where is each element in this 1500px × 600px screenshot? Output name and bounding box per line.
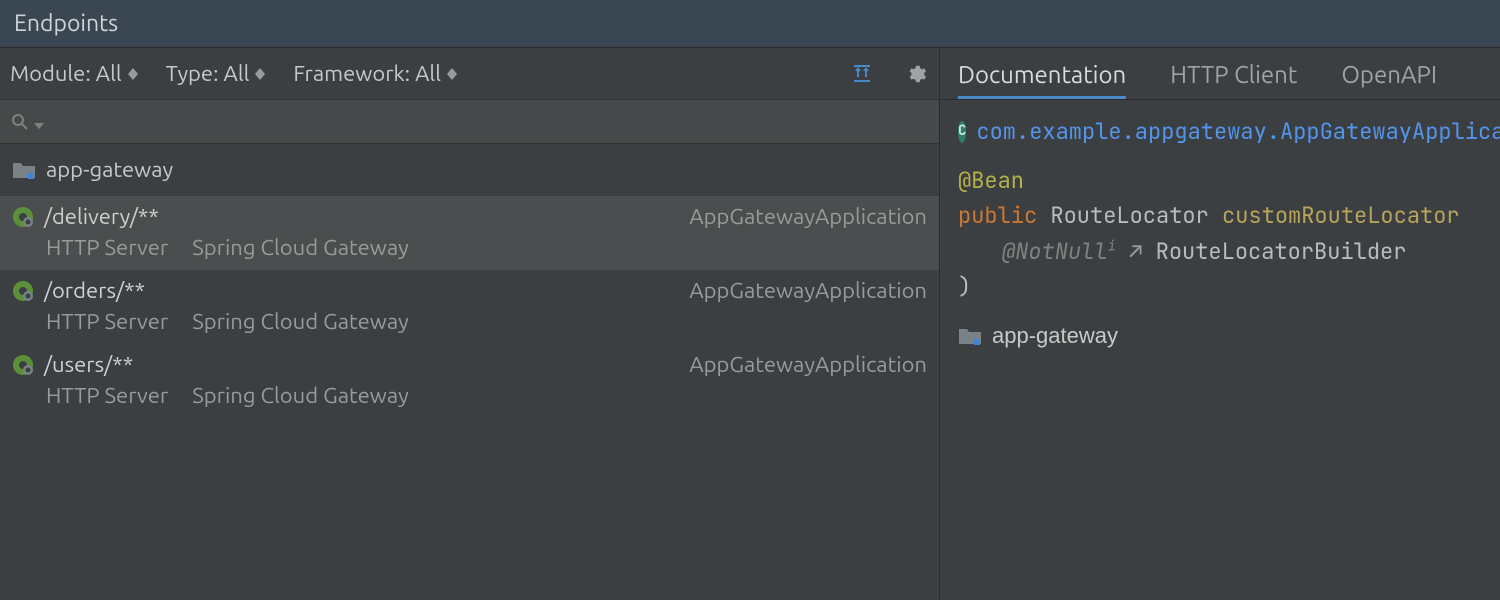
spring-bean-icon [12,280,34,302]
module-filter-label: Module: All [10,61,122,86]
chevron-updown-icon [128,68,138,80]
endpoint-app: AppGatewayApplication [689,204,927,229]
chevron-updown-icon [255,68,265,80]
spring-bean-icon [12,206,34,228]
documentation-panel: C com.example.appgateway.AppGatewayAppli… [940,100,1500,367]
endpoint-row[interactable]: /orders/** AppGatewayApplication HTTP Serv… [0,270,939,344]
spring-bean-icon [12,354,34,376]
type-filter-label: Type: All [166,61,250,86]
endpoint-row[interactable]: /users/** AppGatewayApplication HTTP Serve… [0,344,939,418]
method-name: customRouteLocator [1222,201,1460,230]
inferred-marker: i [1108,237,1116,255]
param-type: RouteLocatorBuilder [1156,237,1407,266]
search-row [0,100,939,144]
search-icon [10,112,30,132]
endpoint-framework: Spring Cloud Gateway [192,235,409,260]
endpoint-row[interactable]: /delivery/** AppGatewayApplication HTTP Se… [0,196,939,270]
fqn-text[interactable]: com.example.appgateway.AppGatewayApplica… [976,114,1500,149]
fqn-row: C com.example.appgateway.AppGatewayAppli… [958,114,1482,149]
endpoint-kind: HTTP Server [46,235,168,260]
endpoint-framework: Spring Cloud Gateway [192,383,409,408]
chevron-updown-icon [447,68,457,80]
doc-module-name: app-gateway [992,318,1118,353]
left-pane: Module: All Type: All Framework: All [0,48,940,600]
titlebar: Endpoints [0,0,1500,48]
class-badge-icon: C [958,121,966,143]
tab-openapi[interactable]: OpenAPI [1341,61,1437,99]
endpoint-app: AppGatewayApplication [689,278,927,303]
endpoint-kind: HTTP Server [46,383,168,408]
framework-filter[interactable]: Framework: All [293,61,457,86]
code-line: @Bean [958,163,1482,198]
module-name: app-gateway [46,157,173,182]
code-line: ) [958,269,1482,304]
module-row[interactable]: app-gateway [0,144,939,196]
type-filter[interactable]: Type: All [166,61,266,86]
module-filter[interactable]: Module: All [10,61,138,86]
panel-title: Endpoints [14,11,118,36]
param-annotation: @NotNull [1002,237,1108,266]
doc-module-row[interactable]: app-gateway [958,318,1482,353]
endpoint-tree: app-gateway /delivery/** AppGatewayApplic… [0,144,939,600]
chevron-down-icon[interactable] [34,110,44,133]
folder-icon [12,160,36,180]
right-pane: Documentation HTTP Client OpenAPI C com.ex… [940,48,1500,600]
content: Module: All Type: All Framework: All [0,48,1500,600]
code-line: public RouteLocator customRouteLocator [958,198,1482,233]
return-type: RouteLocator [1050,201,1208,230]
code-line: @NotNulli ↗ RouteLocatorBuilder [958,234,1482,269]
framework-filter-label: Framework: All [293,61,441,86]
external-link-icon: ↗ [1129,237,1142,266]
gear-icon[interactable] [903,61,929,87]
tab-documentation[interactable]: Documentation [958,61,1126,99]
filter-bar: Module: All Type: All Framework: All [0,48,939,100]
tabs: Documentation HTTP Client OpenAPI [940,48,1500,100]
endpoint-path: /orders/** [44,278,145,303]
endpoint-path: /users/** [44,352,133,377]
tab-http-client[interactable]: HTTP Client [1170,61,1297,99]
search-input[interactable] [44,111,929,132]
expand-icon[interactable] [849,61,875,87]
keyword-public: public [958,201,1037,230]
folder-icon [958,326,982,346]
endpoint-app: AppGatewayApplication [689,352,927,377]
paren-close: ) [958,272,971,301]
endpoint-framework: Spring Cloud Gateway [192,309,409,334]
annotation: @Bean [958,166,1024,195]
endpoint-path: /delivery/** [44,204,159,229]
endpoint-kind: HTTP Server [46,309,168,334]
